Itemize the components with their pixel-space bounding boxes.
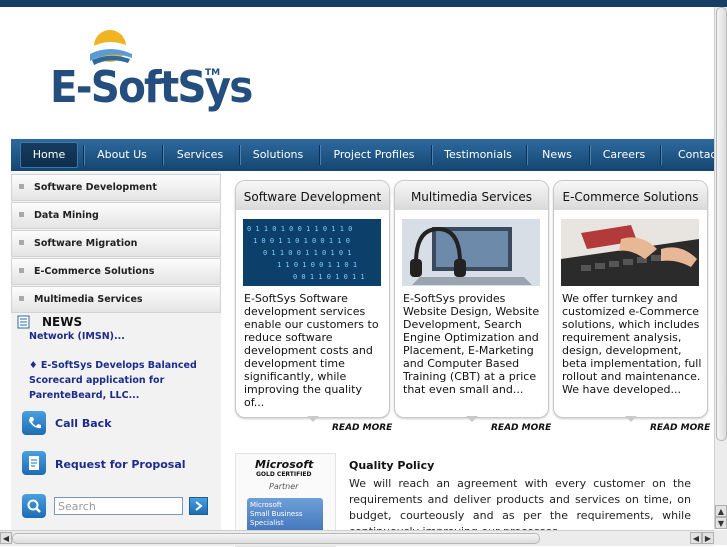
- news-heading: NEWS: [42, 315, 83, 329]
- nav-services[interactable]: Services: [164, 139, 236, 171]
- bullet-icon: [19, 184, 24, 189]
- nav-solutions[interactable]: Solutions: [241, 139, 315, 171]
- news-item-link[interactable]: ParenteBeard, LLC...: [29, 390, 139, 401]
- read-more-link[interactable]: READ MORE: [491, 423, 551, 433]
- nav-divider: [526, 145, 527, 165]
- scroll-up-arrow[interactable]: ▲: [715, 505, 727, 517]
- card-pointer: [625, 416, 637, 422]
- card-title[interactable]: Multimedia Services: [395, 181, 548, 210]
- request-proposal-link[interactable]: Request for Proposal: [55, 458, 186, 471]
- chevron-right-icon: [195, 501, 203, 511]
- svg-text:0 0 1 1 0 1 0 1 1: 0 0 1 1 0 1 0 1 1: [293, 273, 365, 281]
- top-bar: [0, 0, 727, 7]
- service-card-e-commerce-solutions: E-Commerce Solutions We offer turnkey an…: [553, 180, 708, 422]
- card-description: E-SoftSys Software development services en…: [244, 292, 379, 409]
- bullet-icon: [19, 296, 24, 301]
- search-input[interactable]: Search: [54, 497, 183, 515]
- card-description: We offer turnkey and customized e-Commerc…: [562, 292, 702, 396]
- bullet-icon: [19, 268, 24, 273]
- gold-certified-label: GOLD CERTIFIED: [256, 471, 312, 478]
- nav-careers[interactable]: Careers: [591, 139, 657, 171]
- bullet-icon: [19, 212, 24, 217]
- scroll-left-arrow[interactable]: ◀: [690, 532, 702, 544]
- binary-code-image: 0 1 1 0 1 0 0 1 1 0 1 1 0 1 0 0 1 1 0 1 …: [243, 219, 381, 286]
- call-back-link[interactable]: Call Back: [55, 417, 112, 430]
- nav-project-profiles[interactable]: Project Profiles: [321, 139, 427, 171]
- sidebar-item-e-commerce-solutions[interactable]: E-Commerce Solutions: [11, 258, 221, 285]
- search-icon: [22, 494, 46, 518]
- sidebar-item-label: Software Development: [34, 182, 157, 193]
- scroll-left-arrow[interactable]: ◀: [0, 532, 12, 544]
- svg-text:0 1 1 0 1 0 0 1 1 0 1 1 0: 0 1 1 0 1 0 0 1 1 0 1 1 0: [247, 225, 352, 233]
- svg-text:1 0 0 1 1 0 1 0 0 1 1 0: 1 0 0 1 1 0 1 0 0 1 1 0: [253, 237, 350, 245]
- service-card-software-development: Software Development 0 1 1 0 1 0 0 1 1 0…: [235, 180, 390, 422]
- svg-text:1 1 0 1 0 0 1 1 0 1: 1 1 0 1 0 0 1 1 0 1: [277, 261, 357, 269]
- quality-policy-heading: Quality Policy: [349, 459, 435, 472]
- main-nav: Home About Us Services Solutions Project…: [11, 139, 714, 171]
- microsoft-logo: Microsoft: [255, 458, 314, 471]
- svg-text:0 1 1 0 0 1 1 0 1 0 1: 0 1 1 0 0 1 1 0 1 0 1: [263, 249, 352, 257]
- nav-divider: [589, 145, 590, 165]
- sidebar-item-data-mining[interactable]: Data Mining: [11, 202, 221, 229]
- trademark: TM: [205, 68, 221, 78]
- partner-label: Partner: [269, 482, 299, 491]
- site-logo[interactable]: E-SoftSys TM: [48, 28, 253, 118]
- sidebar-item-multimedia-services[interactable]: Multimedia Services: [11, 286, 221, 313]
- quality-policy-text: We will reach an agreement with every cu…: [349, 477, 691, 536]
- sidebar-item-label: Data Mining: [34, 210, 99, 221]
- news-item-link[interactable]: Network (IMSN)...: [29, 331, 125, 342]
- nav-news[interactable]: News: [528, 139, 586, 171]
- search-go-button[interactable]: [189, 497, 208, 515]
- vertical-scrollbar[interactable]: ▲ ▼: [714, 7, 727, 529]
- nav-contact[interactable]: Contact: [662, 139, 714, 171]
- card-title[interactable]: Software Development: [236, 181, 389, 210]
- laptop-headphones-image: [402, 219, 540, 286]
- sidebar-item-software-development[interactable]: Software Development: [11, 174, 221, 201]
- newspaper-icon: [17, 315, 30, 329]
- news-item-link[interactable]: ♦ E-SoftSys Develops Balanced: [29, 360, 197, 371]
- logo-text: E-SoftSys: [50, 62, 253, 113]
- card-pointer: [307, 416, 319, 422]
- sidebar-item-label: Multimedia Services: [34, 294, 143, 305]
- sidebar-item-label: E-Commerce Solutions: [34, 266, 155, 277]
- horizontal-scrollbar[interactable]: ◀ ◀ ▶: [0, 530, 714, 546]
- scroll-down-arrow[interactable]: ▼: [715, 517, 727, 529]
- service-card-multimedia-services: Multimedia Services E-SoftSys provides We…: [394, 180, 549, 422]
- scroll-thumb[interactable]: [716, 7, 727, 441]
- nav-divider: [431, 145, 432, 165]
- nav-divider: [83, 145, 84, 165]
- scroll-corner: [714, 530, 727, 545]
- scroll-right-arrow[interactable]: ▶: [702, 532, 714, 544]
- sidebar-item-software-migration[interactable]: Software Migration: [11, 230, 221, 257]
- read-more-link[interactable]: READ MORE: [650, 423, 710, 433]
- card-description: E-SoftSys provides Website Design, Websit…: [403, 292, 540, 396]
- credit-card-keyboard-image: [561, 219, 699, 286]
- nav-divider: [660, 145, 661, 165]
- nav-divider: [162, 145, 163, 165]
- read-more-link[interactable]: READ MORE: [332, 423, 392, 433]
- phone-icon[interactable]: [22, 411, 46, 435]
- nav-divider: [239, 145, 240, 165]
- nav-divider: [319, 145, 320, 165]
- document-icon[interactable]: [22, 451, 46, 475]
- nav-about-us[interactable]: About Us: [85, 139, 159, 171]
- scroll-thumb[interactable]: [12, 533, 540, 544]
- news-item-link[interactable]: Scorecard application for: [29, 375, 164, 386]
- card-pointer: [466, 416, 478, 422]
- nav-testimonials[interactable]: Testimonials: [433, 139, 523, 171]
- card-title[interactable]: E-Commerce Solutions: [554, 181, 707, 210]
- bullet-icon: [19, 240, 24, 245]
- sidebar-item-label: Software Migration: [34, 238, 138, 249]
- nav-home[interactable]: Home: [20, 142, 78, 168]
